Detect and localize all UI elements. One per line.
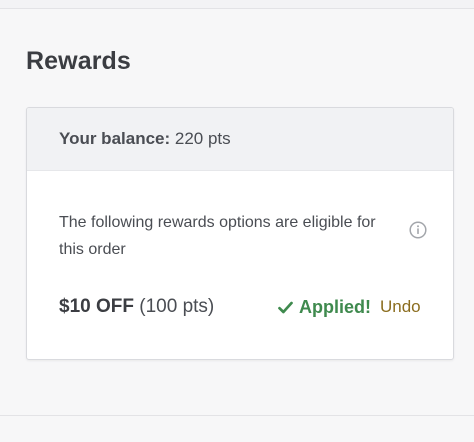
bottom-divider <box>0 415 474 416</box>
balance-label: Your balance: <box>59 129 171 148</box>
check-icon <box>278 301 293 314</box>
reward-amount: $10 OFF <box>59 296 134 317</box>
applied-label: Applied! <box>299 297 371 317</box>
balance-display: Your balance: 220 pts <box>59 129 231 149</box>
top-divider <box>0 0 474 9</box>
reward-option: $10 OFF (100 pts) <box>59 296 214 318</box>
balance-value: 220 pts <box>174 129 231 148</box>
info-icon[interactable] <box>409 221 427 239</box>
undo-button[interactable]: Undo <box>380 297 421 317</box>
reward-points-cost: (100 pts) <box>139 296 215 317</box>
eligible-rewards-text: The following rewards options are eligib… <box>59 214 376 258</box>
rewards-card-header: Your balance: 220 pts <box>27 108 453 171</box>
rewards-card: Your balance: 220 pts The following rewa… <box>26 107 454 360</box>
rewards-title: Rewards <box>26 47 131 75</box>
applied-status: Applied! <box>278 297 371 318</box>
